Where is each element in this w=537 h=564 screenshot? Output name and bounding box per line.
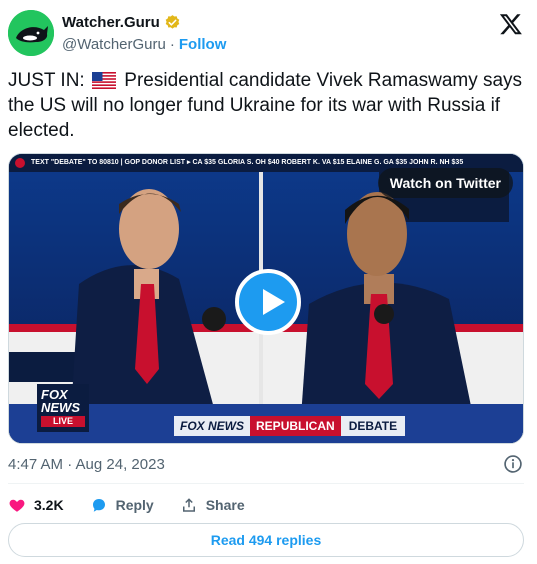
account-name-row: Watcher.Guru [62,14,181,31]
reply-label: Reply [115,497,154,513]
rnc-logo-icon [15,158,25,168]
info-icon[interactable] [503,454,523,474]
heart-icon [9,499,25,512]
x-logo-icon[interactable] [499,12,523,36]
avatar[interactable] [8,10,54,56]
banner-network: FOX NEWS [174,416,251,436]
action-bar: 3.2K Reply Share [8,494,271,516]
share-icon [182,498,195,512]
fox-news-logo: FOX NEWS LIVE [37,384,89,432]
reply-button[interactable]: Reply [90,496,154,514]
handle-row: @WatcherGuru · Follow [62,36,227,53]
play-icon[interactable] [235,269,301,335]
tweet-text-body: Presidential candidate Vivek Ramaswamy s… [8,70,523,141]
video-player[interactable]: TEXT "DEBATE" TO 80810 | GOP DONOR LIST … [8,153,524,444]
share-label: Share [205,497,245,513]
watch-on-twitter-button[interactable]: Watch on Twitter [377,168,513,198]
banner-highlight: REPUBLICAN [250,416,341,436]
fox-logo-line-2: NEWS [41,400,80,415]
killer-whale-icon [8,10,54,56]
tweet-text: JUST IN: Presidential candidate Vivek Ra… [8,68,528,143]
tweet-timestamp[interactable]: 4:47 AM · Aug 24, 2023 [8,456,165,473]
account-name[interactable]: Watcher.Guru [62,14,160,31]
reply-bubble-icon [92,499,105,512]
follow-button[interactable]: Follow [179,36,227,53]
tweet-text-prefix: JUST IN: [8,70,85,91]
like-count: 3.2K [34,497,64,513]
account-handle[interactable]: @WatcherGuru [62,36,166,53]
ticker-text: TEXT "DEBATE" TO 80810 | GOP DONOR LIST … [31,159,464,166]
like-button[interactable]: 3.2K [8,496,64,514]
us-flag-icon [92,72,116,89]
share-button[interactable]: Share [180,496,245,514]
divider [8,483,524,484]
banner-tail: DEBATE [340,416,406,436]
live-badge: LIVE [41,416,85,427]
debate-banner: FOX NEWS REPUBLICAN DEBATE [174,416,406,436]
tweet-card: Watcher.Guru @WatcherGuru · Follow JUST … [0,0,537,564]
gold-verified-badge-icon [165,15,180,29]
read-replies-button[interactable]: Read 494 replies [8,523,524,557]
